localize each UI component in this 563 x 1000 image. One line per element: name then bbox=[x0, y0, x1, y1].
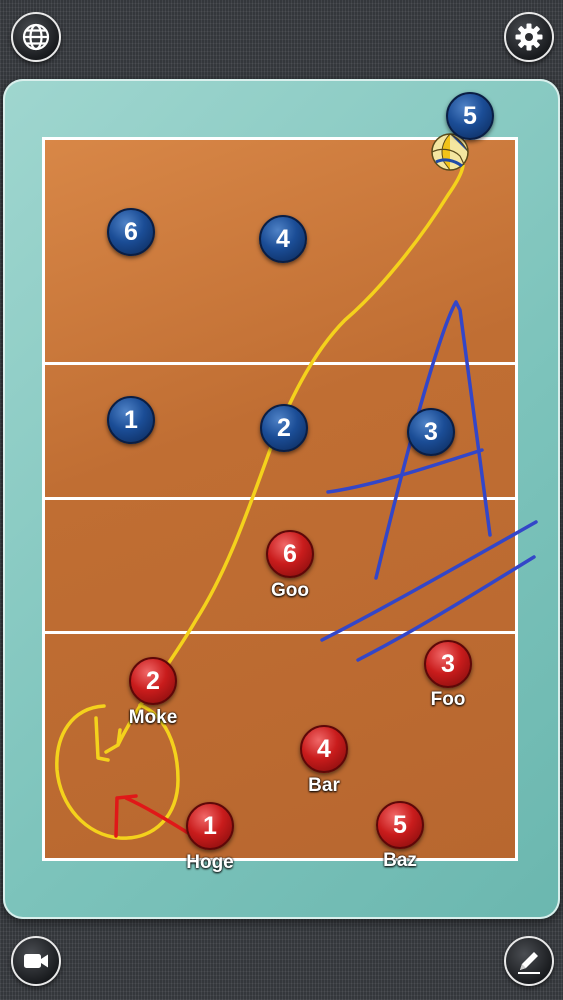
red-player-2[interactable]: 2 bbox=[129, 657, 177, 705]
drawing-layer bbox=[55, 148, 538, 840]
blue-player-3[interactable]: 3 bbox=[407, 408, 455, 456]
blue-player-5[interactable]: 5 bbox=[446, 92, 494, 140]
red-player-3[interactable]: 3 bbox=[424, 640, 472, 688]
red-player-4[interactable]: 4 bbox=[300, 725, 348, 773]
blue-player-4[interactable]: 4 bbox=[259, 215, 307, 263]
red-player-4-name: Bar bbox=[308, 775, 340, 796]
red-player-3-name: Foo bbox=[430, 689, 466, 710]
pencil-icon bbox=[518, 952, 540, 974]
red-player-5-name: Baz bbox=[383, 850, 417, 871]
record-video-button[interactable] bbox=[11, 936, 61, 986]
red-player-5[interactable]: 5 bbox=[376, 801, 424, 849]
red-player-1-name: Hoge bbox=[186, 852, 234, 873]
blue-player-1[interactable]: 1 bbox=[107, 396, 155, 444]
blue-player-6[interactable]: 6 bbox=[107, 208, 155, 256]
red-player-6[interactable]: 6 bbox=[266, 530, 314, 578]
red-player-1[interactable]: 1 bbox=[186, 802, 234, 850]
red-player-6-name: Goo bbox=[271, 580, 309, 601]
red-player-2-name: Moke bbox=[128, 707, 178, 728]
blue-player-2[interactable]: 2 bbox=[260, 404, 308, 452]
video-camera-icon bbox=[24, 954, 48, 968]
draw-mode-button[interactable] bbox=[504, 936, 554, 986]
